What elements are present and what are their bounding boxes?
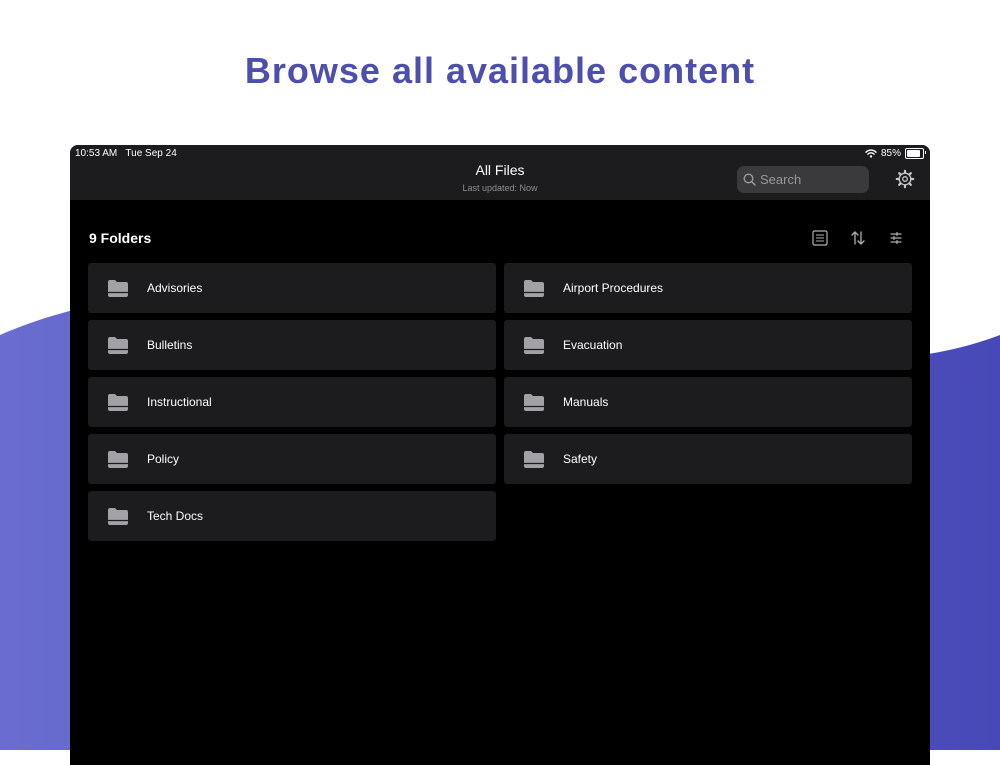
folder-icon	[108, 394, 128, 411]
folder-icon	[524, 451, 544, 468]
list-view-icon[interactable]	[810, 228, 830, 248]
status-time-text: 10:53 AM	[75, 148, 118, 159]
folder-name: Evacuation	[563, 338, 623, 352]
folder-icon	[524, 337, 544, 354]
folder-name: Bulletins	[147, 338, 193, 352]
folder-item[interactable]: Instructional	[88, 377, 496, 427]
search-bar[interactable]	[737, 166, 869, 193]
folder-name: Airport Procedures	[563, 281, 664, 295]
battery-icon	[905, 147, 926, 159]
folder-icon	[108, 337, 128, 354]
folder-icon	[108, 508, 128, 525]
folder-name: Safety	[563, 452, 598, 466]
folder-name: Tech Docs	[147, 509, 204, 523]
folder-name: Advisories	[147, 281, 203, 295]
battery-percent: 85%	[880, 147, 901, 159]
folder-item[interactable]: Manuals	[504, 377, 912, 427]
folder-name: Manuals	[563, 395, 609, 409]
folder-item[interactable]: Advisories	[88, 263, 496, 313]
folder-item[interactable]: Policy	[88, 434, 496, 484]
folder-item[interactable]: Evacuation	[504, 320, 912, 370]
sort-icon[interactable]	[848, 228, 868, 248]
folder-icon	[524, 394, 544, 411]
navigation-bar: 10:53 AM Tue Sep 24 85% All Files Last u…	[70, 145, 930, 200]
wifi-icon	[865, 148, 877, 158]
folder-icon	[108, 280, 128, 297]
folder-item[interactable]: Tech Docs	[88, 491, 496, 541]
folder-name: Policy	[147, 452, 180, 466]
battery-level	[907, 149, 920, 157]
search-icon	[743, 173, 756, 186]
status-time: 10:53 AM Tue Sep 24	[75, 148, 177, 159]
folder-item[interactable]: Bulletins	[88, 320, 496, 370]
folder-name: Instructional	[147, 395, 212, 409]
status-indicators: 85%	[865, 147, 926, 159]
folder-item[interactable]: Safety	[504, 434, 912, 484]
gear-icon[interactable]	[895, 169, 915, 189]
folder-grid: Advisories Airport Procedures Bulletins Eva…	[88, 263, 912, 541]
folder-item[interactable]: Airport Procedures	[504, 263, 912, 313]
headline: Browse all available content	[244, 50, 756, 91]
folder-icon	[108, 451, 128, 468]
search-input[interactable]	[760, 172, 869, 187]
status-date-text: Tue Sep 24	[125, 148, 177, 159]
folder-count: 9 Folders	[89, 230, 152, 246]
filter-icon[interactable]	[886, 228, 906, 248]
folder-icon	[524, 280, 544, 297]
ipad-screen: 10:53 AM Tue Sep 24 85% All Files Last u…	[70, 145, 930, 765]
